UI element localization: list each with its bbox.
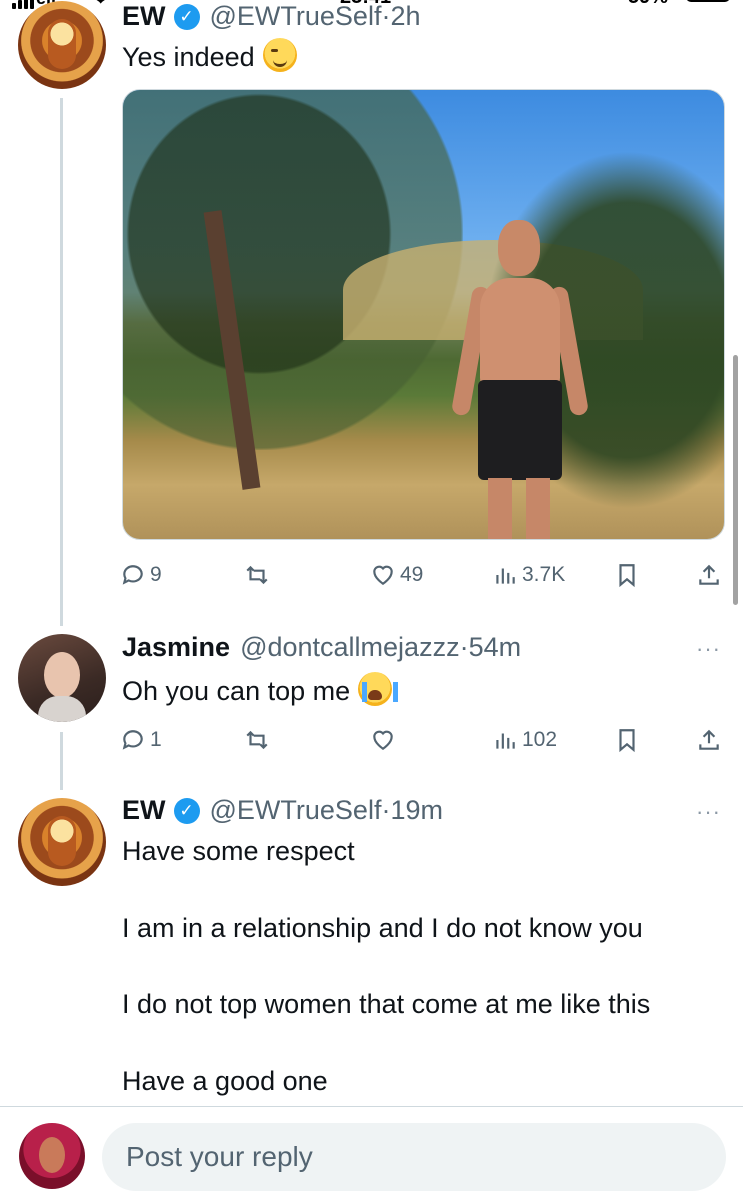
more-options-icon[interactable]: ··· [696, 799, 721, 825]
separator-dot: · [381, 1, 391, 31]
verified-checkmark-icon: ✓ [173, 3, 200, 30]
reply-count: 1 [150, 728, 162, 751]
tweet-text-content: Oh you can top me [122, 676, 351, 706]
reply-composer [0, 1106, 743, 1200]
tweet-text-line: Have a good one [122, 1066, 328, 1096]
share-upload-icon [699, 564, 719, 585]
author-handle[interactable]: @EWTrueSelf [210, 795, 382, 826]
avatar[interactable] [18, 634, 106, 722]
tweet-text-line: I am in a relationship and I do not know… [122, 913, 643, 943]
tweet-text: Oh you can top me [122, 672, 399, 707]
heart-icon [373, 730, 393, 750]
bar-chart-icon [496, 568, 515, 584]
bar-chart-icon [496, 733, 515, 749]
author-name[interactable]: Jasmine [122, 632, 230, 663]
reply-count: 9 [150, 563, 162, 586]
reply-button[interactable]: 9 [120, 562, 162, 588]
tweet-header: Jasmine @dontcallmejazzz · 54m [122, 632, 521, 663]
share-button[interactable] [696, 562, 722, 588]
retweet-button[interactable] [244, 562, 270, 588]
bookmark-icon [619, 564, 635, 588]
tweet-image[interactable] [122, 89, 725, 540]
speech-bubble-icon [122, 730, 143, 750]
avatar[interactable] [18, 1, 106, 89]
author-name[interactable]: EW [122, 795, 166, 826]
tweet-text: Yes indeed [122, 38, 297, 73]
bookmark-icon [619, 729, 635, 753]
reply-field-container[interactable] [102, 1123, 726, 1191]
timestamp[interactable]: 19m [390, 795, 443, 826]
tweet-text-line: I do not top women that come at me like … [122, 989, 651, 1019]
photo-person [450, 220, 590, 539]
heart-icon [373, 565, 393, 585]
reply-input[interactable] [102, 1123, 726, 1191]
author-handle[interactable]: @dontcallmejazzz [240, 632, 460, 663]
retweet-button[interactable] [244, 727, 270, 753]
share-button[interactable] [696, 727, 722, 753]
current-user-avatar[interactable] [19, 1123, 85, 1189]
tweet-actions: 9 49 3.7K [120, 562, 730, 592]
speech-bubble-icon [122, 565, 143, 585]
bookmark-button[interactable] [614, 562, 640, 588]
loudly-crying-emoji-icon [358, 672, 399, 706]
view-count: 3.7K [522, 563, 566, 586]
separator-dot: · [381, 795, 391, 825]
author-handle[interactable]: @EWTrueSelf [210, 1, 382, 32]
like-button[interactable]: 49 [370, 562, 423, 588]
views-button[interactable]: 102 [492, 727, 557, 753]
tweet-header: EW ✓ @EWTrueSelf · 19m [122, 795, 443, 826]
tweet-text-line: Have some respect [122, 836, 355, 866]
thread-line [60, 732, 63, 790]
tweet-text-content: Yes indeed [122, 42, 255, 72]
battery-percent: 59% [628, 0, 668, 9]
tweet-header: EW ✓ @EWTrueSelf · 2h [122, 1, 421, 32]
views-button[interactable]: 3.7K [492, 562, 565, 588]
bookmark-button[interactable] [614, 727, 640, 753]
timestamp[interactable]: 54m [469, 632, 522, 663]
more-options-icon[interactable]: ··· [696, 636, 721, 662]
like-count: 49 [400, 563, 424, 586]
wink-emoji-icon [262, 38, 297, 72]
battery-icon [686, 0, 730, 2]
like-button[interactable] [370, 727, 396, 753]
verified-checkmark-icon: ✓ [173, 797, 200, 824]
author-name[interactable]: EW [122, 1, 166, 32]
separator-dot: · [459, 632, 469, 662]
retweet-arrows-icon [246, 565, 268, 585]
retweet-arrows-icon [246, 730, 268, 750]
timestamp[interactable]: 2h [390, 1, 420, 32]
reply-button[interactable]: 1 [120, 727, 162, 753]
share-upload-icon [699, 729, 719, 750]
tweet-actions: 1 102 [120, 727, 730, 757]
cellular-signal-icon [12, 0, 34, 9]
view-count: 102 [522, 728, 558, 751]
avatar[interactable] [18, 798, 106, 886]
wifi-icon: ❤ [94, 0, 108, 9]
scrollbar[interactable] [733, 355, 738, 605]
thread-line [60, 98, 63, 626]
